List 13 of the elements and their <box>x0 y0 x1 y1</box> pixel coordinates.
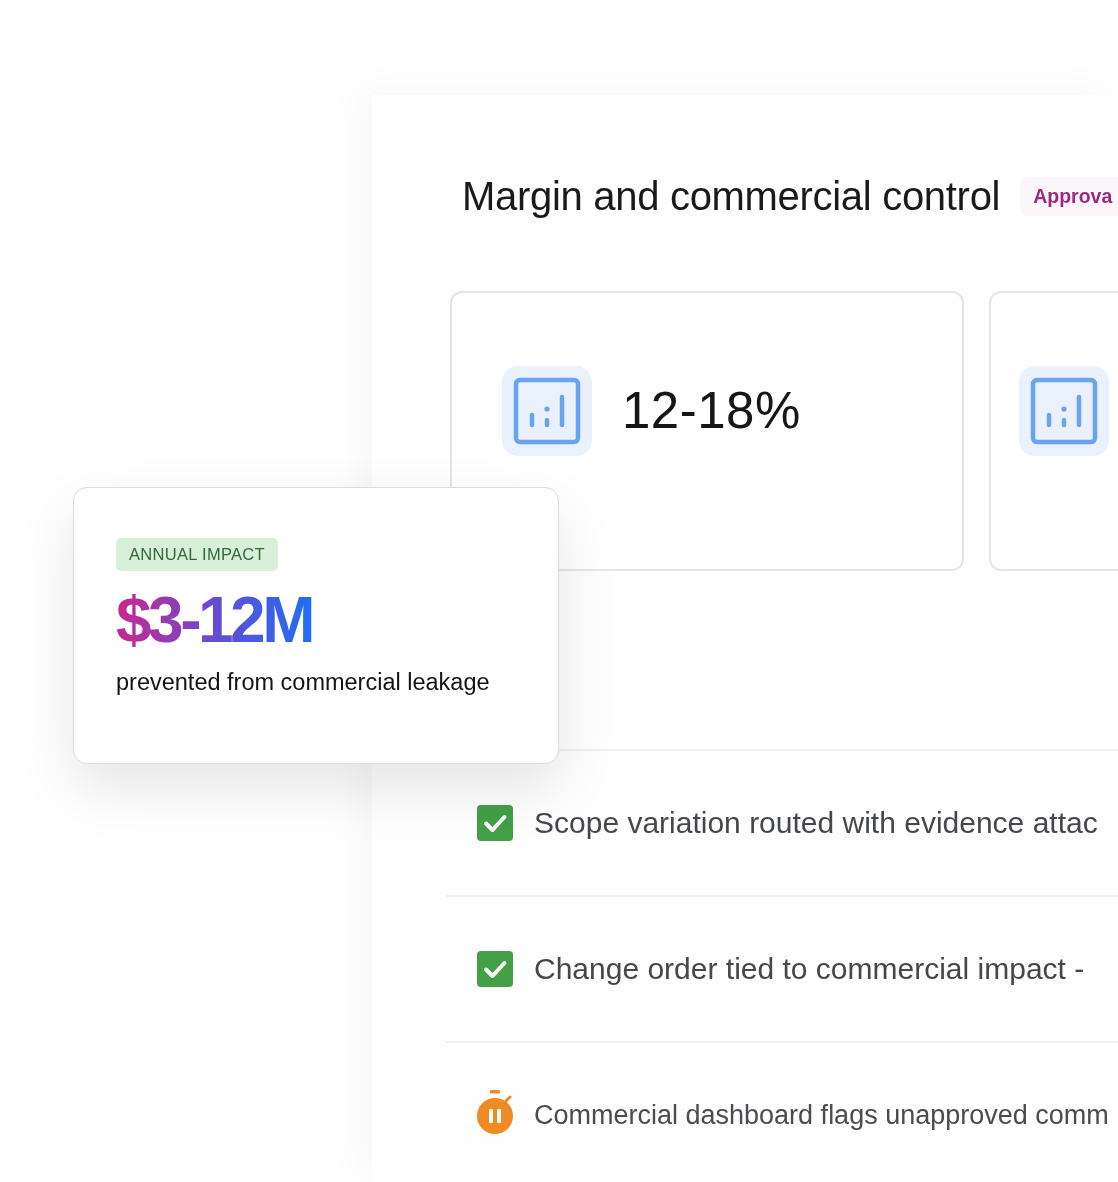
category-tag: ANNUAL IMPACT <box>116 538 278 571</box>
bar-chart-icon <box>1019 366 1109 456</box>
bar-chart-icon <box>502 366 592 456</box>
metric-value: 12-18% <box>622 381 801 441</box>
status-badge: Approva <box>1020 176 1118 216</box>
impact-caption: prevented from commercial leakage <box>116 669 490 697</box>
checkbox-checked-icon <box>477 805 513 841</box>
section-title: Margin and commercial control <box>462 173 1001 219</box>
checklist-item-text: Commercial dashboard flags unapproved comm <box>534 1099 1109 1131</box>
stopwatch-icon <box>477 1090 513 1134</box>
checklist-item-text: Scope variation routed with evidence attac <box>534 806 1098 840</box>
checkbox-checked-icon <box>477 951 513 987</box>
checklist-item-text: Change order tied to commercial impact - <box>534 952 1085 986</box>
